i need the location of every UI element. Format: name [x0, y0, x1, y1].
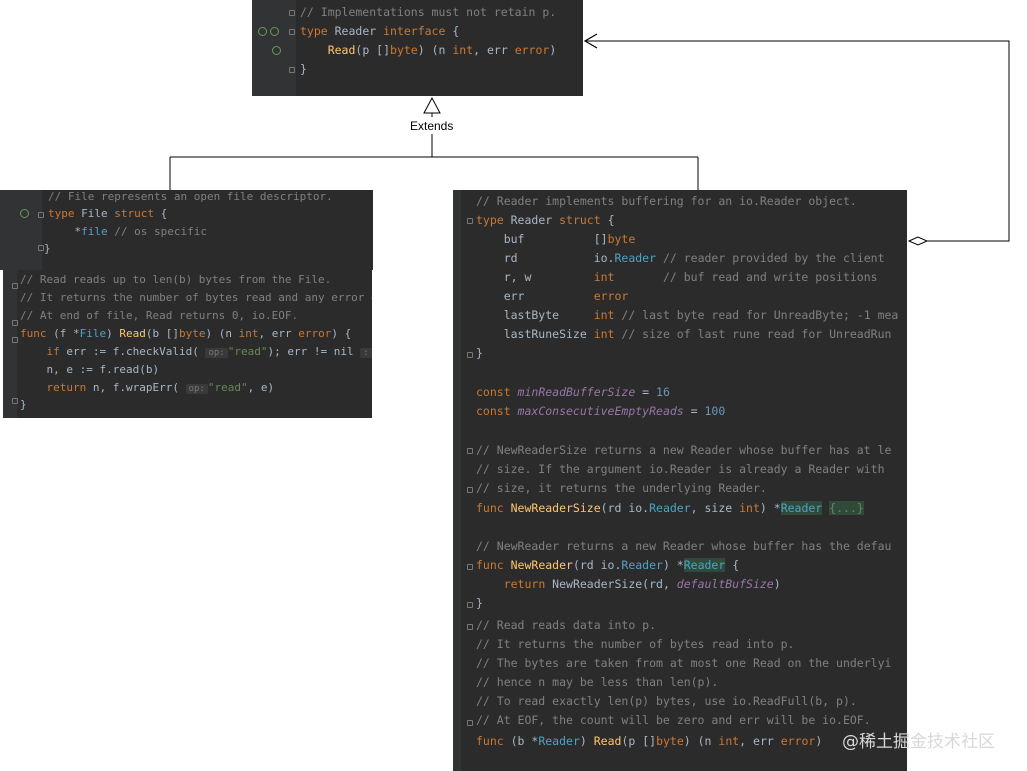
code-line: // The bytes are taken from at most one … — [476, 656, 892, 670]
fold-icon[interactable] — [289, 67, 295, 73]
code-line: } — [20, 398, 27, 411]
extends-triangle-arrowhead — [423, 96, 441, 114]
fold-icon[interactable] — [467, 487, 473, 493]
fold-icon[interactable] — [12, 283, 18, 289]
gutter — [0, 190, 42, 270]
code-line: // Read reads up to len(b) bytes from th… — [20, 273, 332, 286]
fold-icon[interactable] — [38, 212, 44, 218]
code-line: *file // os specific — [48, 225, 207, 238]
implemented-icon — [272, 46, 281, 55]
code-line: // size. If the argument io.Reader is al… — [476, 462, 885, 476]
code-line: type File struct { — [48, 207, 168, 220]
gutter — [453, 190, 461, 771]
fold-icon[interactable] — [467, 448, 473, 454]
fold-icon[interactable] — [12, 398, 18, 404]
code-line: // To read exactly len(p) bytes, use io.… — [476, 694, 857, 708]
fold-icon[interactable] — [467, 602, 473, 608]
code-line: func (b *Reader) Read(p []byte) (n int, … — [476, 734, 823, 748]
code-line: Read(p []byte) (n int, err error) — [327, 43, 557, 57]
code-line: err error — [476, 289, 629, 303]
code-line: // Reader implements buffering for an io… — [476, 194, 857, 208]
code-line: // NewReader returns a new Reader whose … — [476, 539, 892, 553]
reader-interface-panel: // Implementations must not retain p. ty… — [252, 0, 583, 96]
code-line: func (f *File) Read(b []byte) (n int, er… — [20, 327, 352, 340]
fold-icon[interactable] — [467, 720, 473, 726]
gutter — [3, 270, 17, 418]
code-line: // hence n may be less than len(p). — [476, 675, 719, 689]
file-struct-panel: // File represents an open file descript… — [0, 190, 373, 270]
fold-icon[interactable] — [12, 320, 18, 326]
code-line: } — [44, 242, 51, 255]
code-line: buf []byte — [476, 232, 636, 246]
fold-icon[interactable] — [467, 352, 473, 358]
fold-icon[interactable] — [467, 564, 473, 570]
code-line: // It returns the number of bytes read i… — [476, 637, 795, 651]
code-line: lastByte int // last byte read for Unrea… — [476, 308, 899, 322]
fold-icon[interactable] — [467, 218, 473, 224]
code-line: // At end of file, Read returns 0, io.EO… — [20, 309, 299, 322]
code-line: } — [476, 596, 483, 610]
aggregation-diamond — [907, 236, 929, 246]
code-line: return n, f.wrapErr( op: "read", e) — [46, 381, 275, 394]
code-line: // At EOF, the count will be zero and er… — [476, 713, 871, 727]
code-line: } — [476, 346, 483, 360]
extends-label: Extends — [410, 119, 454, 133]
code-line: // It returns the number of bytes read a… — [20, 291, 372, 304]
code-line: func NewReaderSize(rd io.Reader, size in… — [476, 501, 864, 515]
fold-icon[interactable] — [467, 624, 473, 630]
file-read-panel: // Read reads up to len(b) bytes from th… — [3, 270, 372, 418]
implemented-icon — [258, 27, 267, 36]
watermark: @稀土掘金技术社区 — [842, 732, 995, 752]
code-line: // File represents an open file descript… — [48, 190, 333, 203]
code-line: r, w int // buf read and write positions — [476, 270, 878, 284]
code-line: if err := f.checkValid( op: "read"); err … — [20, 343, 372, 362]
fold-icon[interactable] — [12, 337, 18, 343]
code-line: const maxConsecutiveEmptyReads = 100 — [476, 404, 726, 418]
code-line: // Read reads data into p. — [476, 618, 657, 632]
code-line: type Reader interface { — [300, 24, 460, 38]
code-line: const minReadBufferSize = 16 — [476, 385, 670, 399]
code-line: // size, it returns the underlying Reade… — [476, 481, 767, 495]
fold-icon[interactable] — [289, 29, 295, 35]
code-line: func NewReader(rd io.Reader) *Reader { — [476, 558, 740, 572]
code-line: rd io.Reader // reader provided by the c… — [476, 251, 885, 265]
code-line: return NewReaderSize(rd, defaultBufSize) — [503, 577, 781, 591]
code-line: n, e := f.read(b) — [46, 363, 160, 376]
implemented-icon — [20, 209, 29, 218]
code-line: lastRuneSize int // size of last rune re… — [476, 327, 892, 341]
code-line: } — [300, 62, 307, 76]
code-line: // NewReaderSize returns a new Reader wh… — [476, 443, 892, 457]
code-line: // Implementations must not retain p. — [300, 5, 557, 19]
fold-icon[interactable] — [289, 10, 295, 16]
bufio-reader-panel: // Reader implements buffering for an io… — [453, 190, 907, 771]
implemented-icon — [270, 27, 279, 36]
code-line: type Reader struct { — [476, 213, 615, 227]
